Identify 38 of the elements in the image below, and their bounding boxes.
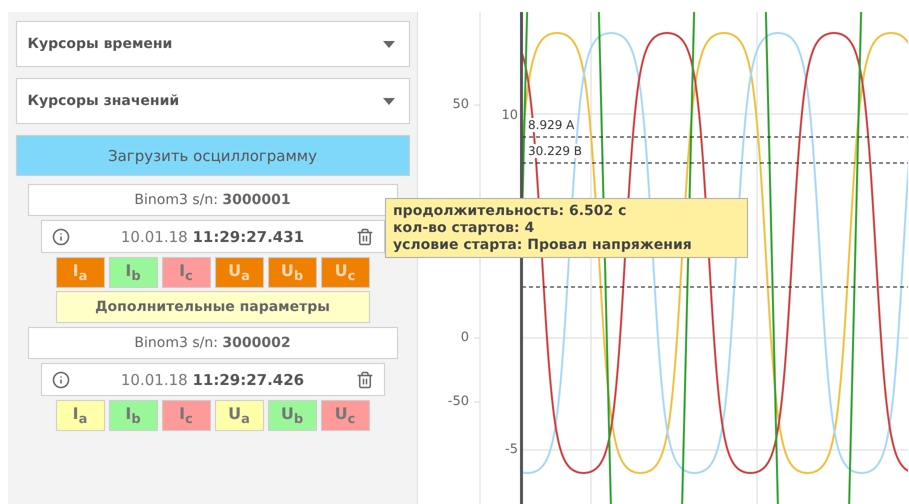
- record-row[interactable]: 10.01.18 11:29:27.431: [40, 220, 384, 253]
- channel-toggle[interactable]: U$_{a}$: [214, 400, 264, 431]
- record-time: 10.01.18 11:29:27.431: [120, 228, 306, 246]
- cursor-label: 30.229 В: [526, 144, 584, 158]
- channel-toggle[interactable]: U$_{b}$: [268, 400, 316, 431]
- channel-toggle[interactable]: I$_{a}$: [56, 400, 104, 431]
- tooltip-line: условие старта: Провал напряжения: [393, 237, 693, 253]
- caret-icon: [382, 40, 394, 48]
- channel-toggle[interactable]: I$_{a}$: [56, 257, 104, 288]
- info-icon[interactable]: [52, 370, 70, 388]
- device-header: Binom3 s/n: 3000001: [134, 192, 291, 208]
- dropdown[interactable]: Курсоры значений: [16, 78, 410, 124]
- axis-label: 10: [500, 108, 518, 123]
- axis-label: 0: [460, 330, 469, 345]
- channel-toggle[interactable]: U$_{c}$: [320, 400, 370, 431]
- caret-icon: [382, 98, 394, 104]
- device-header: Binom3 s/n: 3000002: [134, 335, 291, 351]
- info-icon[interactable]: [52, 228, 70, 246]
- trash-icon[interactable]: [356, 370, 374, 388]
- channel-toggle[interactable]: U$_{a}$: [214, 257, 264, 288]
- tooltip-line: кол-во стартов: 4: [393, 220, 536, 236]
- axis-label: -50: [446, 394, 469, 409]
- tooltip-line: продолжительность: 6.502 с: [393, 203, 628, 219]
- record-row[interactable]: 10.01.18 11:29:27.426: [40, 363, 384, 396]
- channel-toggle[interactable]: I$_{c}$: [162, 400, 210, 431]
- trash-icon[interactable]: [356, 228, 374, 246]
- dropdown[interactable]: Курсоры времени: [16, 21, 410, 67]
- channel-toggle[interactable]: I$_{b}$: [108, 257, 158, 288]
- extra-params-button[interactable]: Дополнительные параметры: [56, 291, 370, 323]
- cursor-label: 8.929 А: [526, 118, 576, 132]
- load-button[interactable]: Загрузить осциллограмму: [16, 135, 410, 176]
- channel-toggle[interactable]: I$_{c}$: [162, 257, 210, 288]
- axis-label: -5: [504, 442, 518, 457]
- channel-toggle[interactable]: I$_{b}$: [108, 400, 158, 431]
- axis-label: 50: [451, 97, 469, 112]
- channel-toggle[interactable]: U$_{b}$: [268, 257, 316, 288]
- record-time: 10.01.18 11:29:27.426: [120, 370, 306, 388]
- channel-toggle[interactable]: U$_{c}$: [320, 257, 370, 288]
